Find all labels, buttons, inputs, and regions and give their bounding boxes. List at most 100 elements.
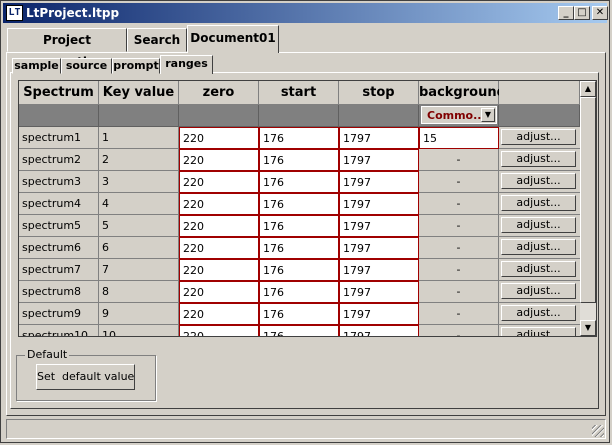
window-title: LtProject.ltpp: [26, 6, 120, 20]
tab-label: Search: [133, 33, 181, 47]
adjust-button[interactable]: adjust...: [501, 327, 576, 336]
key-value-cell: 7: [99, 259, 179, 281]
tab-label: Document01: [190, 31, 276, 45]
start-input[interactable]: 176: [259, 281, 339, 303]
subtab-ranges[interactable]: ranges: [160, 55, 213, 74]
filter-cell: [259, 105, 339, 127]
stop-input[interactable]: 1797: [339, 303, 419, 325]
background-cell[interactable]: -: [419, 259, 499, 281]
column-header-start[interactable]: start: [259, 81, 339, 105]
background-cell[interactable]: -: [419, 193, 499, 215]
stop-input[interactable]: 1797: [339, 281, 419, 303]
subtab-label: prompt: [113, 59, 159, 72]
adjust-button[interactable]: adjust...: [501, 129, 576, 145]
action-cell: adjust...: [499, 127, 580, 149]
stop-input[interactable]: 1797: [339, 215, 419, 237]
action-cell: adjust...: [499, 171, 580, 193]
background-mode-select[interactable]: Commo... ▼: [421, 106, 497, 124]
zero-input[interactable]: 220: [179, 281, 259, 303]
key-value-cell: 4: [99, 193, 179, 215]
scroll-down-icon[interactable]: ▼: [580, 320, 596, 336]
column-header-background[interactable]: background: [419, 81, 506, 105]
stop-input[interactable]: 1797: [339, 237, 419, 259]
zero-input[interactable]: 220: [179, 149, 259, 171]
adjust-button[interactable]: adjust...: [501, 305, 576, 321]
background-cell[interactable]: -: [419, 325, 499, 336]
chevron-down-icon[interactable]: ▼: [481, 108, 495, 122]
scroll-up-icon[interactable]: ▲: [580, 81, 596, 97]
spectrum-cell: spectrum4: [19, 193, 99, 215]
subtab-label: sample: [14, 59, 59, 72]
subtab-source[interactable]: source: [61, 58, 112, 74]
tab-project-properties[interactable]: Project properties: [7, 28, 127, 69]
start-input[interactable]: 176: [259, 149, 339, 171]
maximize-button[interactable]: □: [574, 6, 590, 20]
close-button[interactable]: ✕: [592, 6, 608, 20]
background-cell[interactable]: -: [419, 281, 499, 303]
background-input[interactable]: 15: [419, 127, 499, 149]
start-input[interactable]: 176: [259, 171, 339, 193]
stop-input[interactable]: 1797: [339, 259, 419, 281]
adjust-button[interactable]: adjust...: [501, 195, 576, 211]
vertical-scrollbar[interactable]: ▲ ▼: [580, 81, 596, 336]
zero-input[interactable]: 220: [179, 127, 259, 149]
adjust-button[interactable]: adjust...: [501, 173, 576, 189]
background-cell[interactable]: -: [419, 149, 499, 171]
column-header-spectrum[interactable]: Spectrum: [19, 81, 99, 105]
zero-input[interactable]: 220: [179, 259, 259, 281]
filter-cell-background: Commo... ▼: [419, 105, 499, 127]
tab-search[interactable]: Search: [127, 28, 187, 52]
scroll-thumb[interactable]: [580, 97, 596, 303]
adjust-button[interactable]: adjust...: [501, 283, 576, 299]
column-header-actions: [499, 81, 580, 105]
default-group: Default Set default value: [16, 348, 156, 401]
spectrum-cell: spectrum9: [19, 303, 99, 325]
zero-input[interactable]: 220: [179, 237, 259, 259]
adjust-button[interactable]: adjust...: [501, 261, 576, 277]
start-input[interactable]: 176: [259, 215, 339, 237]
zero-input[interactable]: 220: [179, 325, 259, 336]
adjust-button[interactable]: adjust...: [501, 217, 576, 233]
stop-input[interactable]: 1797: [339, 149, 419, 171]
filter-cell: [19, 105, 99, 127]
filter-cell: [179, 105, 259, 127]
background-cell[interactable]: -: [419, 237, 499, 259]
zero-input[interactable]: 220: [179, 193, 259, 215]
zero-input[interactable]: 220: [179, 303, 259, 325]
tab-document01[interactable]: Document01: [187, 25, 279, 53]
start-input[interactable]: 176: [259, 193, 339, 215]
minimize-button[interactable]: _: [558, 6, 574, 20]
background-cell[interactable]: -: [419, 171, 499, 193]
key-value-cell: 10: [99, 325, 179, 336]
column-header-stop[interactable]: stop: [339, 81, 419, 105]
column-header-zero[interactable]: zero: [179, 81, 259, 105]
stop-input[interactable]: 1797: [339, 193, 419, 215]
key-value-cell: 5: [99, 215, 179, 237]
key-value-cell: 8: [99, 281, 179, 303]
subtab-prompt[interactable]: prompt: [112, 58, 160, 74]
subtab-label: ranges: [165, 57, 208, 70]
start-input[interactable]: 176: [259, 325, 339, 336]
adjust-button[interactable]: adjust...: [501, 239, 576, 255]
title-bar[interactable]: LT LtProject.ltpp _ □ ✕: [3, 3, 608, 23]
stop-input[interactable]: 1797: [339, 171, 419, 193]
start-input[interactable]: 176: [259, 259, 339, 281]
stop-input[interactable]: 1797: [339, 127, 419, 149]
background-cell[interactable]: -: [419, 303, 499, 325]
subtab-sample[interactable]: sample: [12, 58, 61, 74]
background-mode-value: Commo...: [427, 109, 486, 122]
column-header-key-value[interactable]: Key value: [99, 81, 179, 105]
adjust-button[interactable]: adjust...: [501, 151, 576, 167]
action-cell: adjust...: [499, 193, 580, 215]
resize-grip-icon[interactable]: [592, 425, 604, 437]
start-input[interactable]: 176: [259, 303, 339, 325]
background-cell[interactable]: -: [419, 215, 499, 237]
zero-input[interactable]: 220: [179, 215, 259, 237]
set-default-value-button[interactable]: Set default value: [36, 364, 135, 390]
stop-input[interactable]: 1797: [339, 325, 419, 336]
start-input[interactable]: 176: [259, 127, 339, 149]
action-cell: adjust...: [499, 281, 580, 303]
start-input[interactable]: 176: [259, 237, 339, 259]
action-cell: adjust...: [499, 259, 580, 281]
zero-input[interactable]: 220: [179, 171, 259, 193]
